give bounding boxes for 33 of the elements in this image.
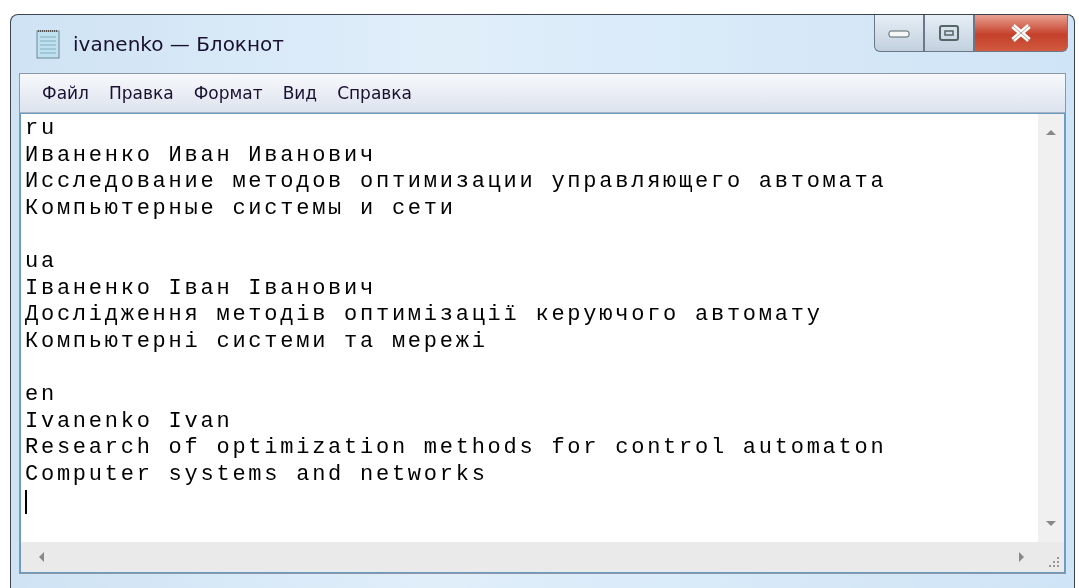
scroll-up-icon[interactable] [1045, 128, 1057, 136]
text-line: Компьютерні системи та мережі [25, 328, 488, 356]
window-title: ivanenko — Блокнот [73, 32, 284, 56]
horizontal-scrollbar[interactable] [21, 542, 1038, 572]
maximize-button[interactable] [924, 15, 974, 52]
minimize-button[interactable] [874, 15, 924, 52]
text-line: Исследование методов оптимизации управляющего автомата [25, 169, 887, 196]
text-line: Ivanenko Ivan [25, 408, 233, 436]
resize-grip-icon[interactable] [1048, 556, 1060, 568]
text-line: ru [25, 116, 57, 143]
text-line: Иваненко Иван Иванович [25, 142, 376, 170]
menu-item[interactable]: Формат [185, 81, 271, 105]
notepad-icon [35, 28, 63, 60]
menu-item[interactable]: Вид [274, 81, 326, 105]
menu-item[interactable]: Правка [100, 81, 182, 105]
menu-item[interactable]: Справка [329, 81, 421, 105]
minimize-icon [887, 27, 911, 39]
close-button[interactable] [974, 15, 1068, 52]
scroll-left-icon[interactable] [37, 551, 45, 563]
scroll-right-icon[interactable] [1018, 551, 1026, 563]
text-line: en [25, 381, 57, 409]
maximize-icon [938, 24, 960, 42]
vertical-scrollbar[interactable] [1038, 114, 1064, 542]
menu-item[interactable]: Файл [34, 81, 97, 105]
text-line: Computer systems and networks [25, 461, 488, 489]
text-line: Іваненко Іван Іванович [25, 275, 376, 303]
text-line: Research of optimization methods for control automaton [25, 435, 887, 462]
text-line: Дослідження методів оптимізації керуючого автомату [25, 302, 823, 329]
text-area[interactable] [20, 113, 1065, 573]
scroll-down-icon[interactable] [1045, 520, 1057, 528]
text-cursor [25, 490, 27, 515]
text-line: ua [25, 248, 57, 276]
text-line: Компьютерные системы и сети [25, 195, 456, 223]
